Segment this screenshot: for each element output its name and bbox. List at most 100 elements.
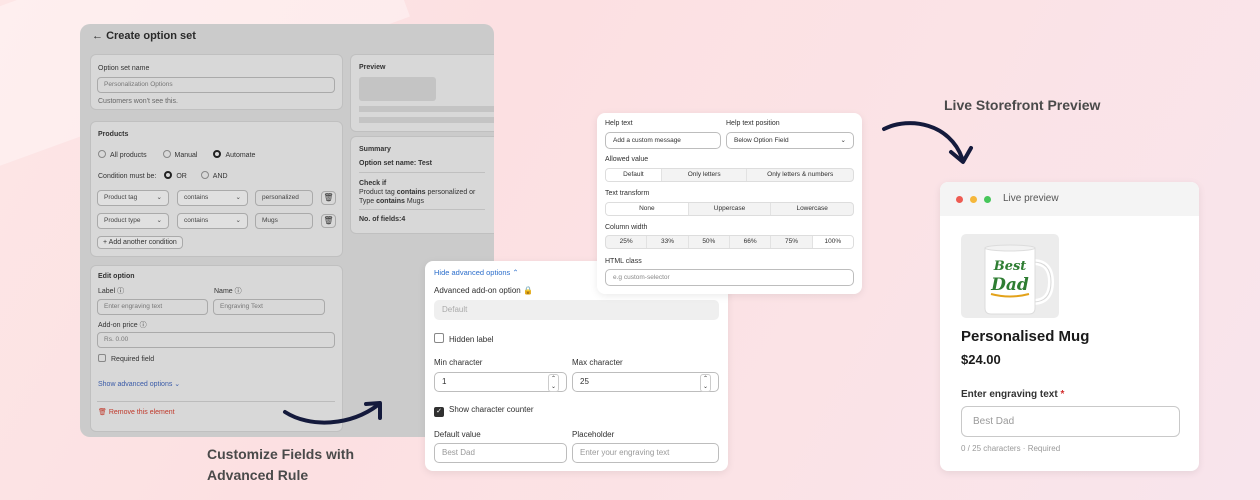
seg-50[interactable]: 50%: [689, 236, 730, 248]
preview-card: Preview: [350, 54, 494, 132]
column-width-segment[interactable]: 25% 33% 50% 66% 75% 100%: [605, 235, 854, 249]
column-width-label: Column width: [605, 224, 648, 231]
stepper-icon[interactable]: ⌃ ⌄: [699, 374, 711, 392]
label-field-label: Label ⓘ: [98, 288, 125, 295]
chevron-down-icon: ⌄: [840, 137, 846, 144]
help-text-input[interactable]: Add a custom message: [605, 132, 721, 149]
mug-text-best: Best: [993, 259, 1027, 274]
show-advanced-link[interactable]: Show advanced options ⌄: [98, 380, 180, 388]
radio-automate[interactable]: Automate: [213, 150, 255, 159]
summary-check-if: Check if Product tag contains personaliz…: [359, 180, 476, 205]
radio-or[interactable]: OR: [164, 171, 187, 180]
preview-skeleton-line: [359, 106, 494, 112]
placeholder-input[interactable]: Enter your engraving text: [572, 443, 719, 463]
summary-field-count: No. of fields:4: [359, 216, 406, 223]
chevron-down-icon: ⌄: [174, 381, 181, 388]
condition-row: Condition must be: OR AND: [98, 171, 228, 180]
product-price: $24.00: [961, 352, 1001, 367]
chevron-down-icon: ⌄: [156, 194, 162, 201]
preview-image-placeholder: [359, 77, 436, 101]
option-set-name-help: Customers won't see this.: [98, 98, 178, 105]
customize-heading: Customize Fields with Advanced Rule: [207, 446, 355, 483]
radio-all-products[interactable]: All products: [98, 150, 147, 159]
seg-25[interactable]: 25%: [606, 236, 648, 248]
addon-price-label: Add-on price ⓘ: [98, 322, 147, 329]
window-title: ← Create option set: [92, 30, 196, 42]
rule2-field-select[interactable]: Product type ⌄: [97, 213, 169, 229]
summary-heading: Summary: [359, 146, 391, 153]
rule2-operator-select[interactable]: contains ⌄: [177, 213, 248, 229]
seg-uppercase[interactable]: Uppercase: [689, 203, 772, 215]
chevron-down-icon: ⌄: [235, 194, 241, 201]
lock-icon: 🔒: [522, 286, 533, 295]
option-set-name-label: Option set name: [98, 65, 150, 72]
required-field-checkbox[interactable]: Required field: [98, 354, 154, 363]
addon-price-input[interactable]: Rs. 0.00: [97, 332, 335, 348]
rule1-value-input[interactable]: personalized: [255, 190, 313, 206]
char-counter: 0 / 25 characters · Required: [961, 444, 1061, 453]
default-value-label: Default value: [434, 430, 481, 439]
seg-33[interactable]: 33%: [647, 236, 689, 248]
hide-advanced-link[interactable]: Hide advanced options ⌃: [434, 268, 519, 277]
info-icon: ⓘ: [117, 288, 125, 295]
name-input[interactable]: Engraving Text: [213, 299, 325, 315]
remove-element-button[interactable]: 🗑 Remove this element: [98, 408, 175, 416]
divider: [359, 209, 485, 210]
minimize-dot-icon: [970, 196, 977, 203]
advanced-addon-select[interactable]: Default: [434, 300, 719, 320]
seg-66[interactable]: 66%: [730, 236, 772, 248]
hidden-label-checkbox[interactable]: Hidden label: [434, 333, 493, 344]
radio-and[interactable]: AND: [200, 171, 228, 180]
storefront-heading: Live Storefront Preview: [944, 97, 1101, 113]
required-asterisk: *: [1060, 389, 1065, 400]
engraving-input[interactable]: Best Dad: [961, 406, 1180, 437]
product-scope-radios: All products Manual Automate: [98, 150, 338, 159]
min-character-label: Min character: [434, 358, 483, 367]
rule2-value-input[interactable]: Mugs: [255, 213, 313, 229]
seg-lowercase[interactable]: Lowercase: [771, 203, 853, 215]
allowed-value-segment[interactable]: Default Only letters Only letters & numb…: [605, 168, 854, 182]
seg-none[interactable]: None: [606, 203, 689, 215]
rule1-operator-select[interactable]: contains ⌄: [177, 190, 248, 206]
check-icon: ✓: [434, 407, 444, 417]
product-image: Best Dad: [961, 234, 1059, 318]
seg-75[interactable]: 75%: [771, 236, 813, 248]
close-dot-icon: [956, 196, 963, 203]
max-character-input[interactable]: 25 ⌃ ⌄: [572, 372, 719, 392]
engraving-label: Enter engraving text *: [961, 389, 1065, 400]
preview-heading: Preview: [359, 64, 386, 71]
radio-manual[interactable]: Manual: [162, 150, 198, 159]
show-counter-checkbox[interactable]: ✓ Show character counter: [434, 405, 534, 417]
edit-option-heading: Edit option: [98, 273, 135, 280]
seg-letters-numbers[interactable]: Only letters & numbers: [747, 169, 853, 181]
seg-only-letters[interactable]: Only letters: [662, 169, 748, 181]
trash-icon[interactable]: 🗑: [321, 191, 336, 205]
seg-100[interactable]: 100%: [812, 236, 853, 248]
summary-card: Summary Option set name: Test Check if P…: [350, 136, 494, 234]
label-input[interactable]: Enter engraving text: [97, 299, 208, 315]
rule1-field-select[interactable]: Product tag ⌄: [97, 190, 169, 206]
text-transform-label: Text transform: [605, 190, 650, 197]
min-character-input[interactable]: 1 ⌃ ⌄: [434, 372, 567, 392]
seg-default[interactable]: Default: [606, 169, 662, 181]
help-position-select[interactable]: Below Option Field ⌄: [726, 132, 854, 149]
help-text-label: Help text: [605, 120, 633, 127]
arrow-icon: [882, 121, 973, 164]
storefront-preview-window: Live preview Best Dad Personalised Mug $…: [940, 182, 1199, 471]
text-transform-segment[interactable]: None Uppercase Lowercase: [605, 202, 854, 216]
arrow-icon: [283, 401, 382, 425]
html-class-input[interactable]: e.g custom-selector: [605, 269, 854, 286]
back-arrow-icon[interactable]: ←: [92, 30, 103, 42]
option-set-name-input[interactable]: Personalization Options: [97, 77, 335, 93]
add-condition-button[interactable]: + Add another condition: [97, 236, 183, 249]
maximize-dot-icon: [984, 196, 991, 203]
trash-icon[interactable]: 🗑: [321, 214, 336, 228]
mug-text-dad: Dad: [990, 275, 1029, 295]
default-value-input[interactable]: Best Dad: [434, 443, 567, 463]
help-text-panel: Help text Help text position Add a custo…: [597, 113, 862, 294]
stepper-icon[interactable]: ⌃ ⌄: [547, 374, 559, 392]
products-card: Products All products Manual Automate Co…: [90, 121, 343, 257]
max-character-label: Max character: [572, 358, 623, 367]
info-icon: ⓘ: [234, 288, 242, 295]
chevron-up-icon: ⌃: [512, 268, 519, 277]
